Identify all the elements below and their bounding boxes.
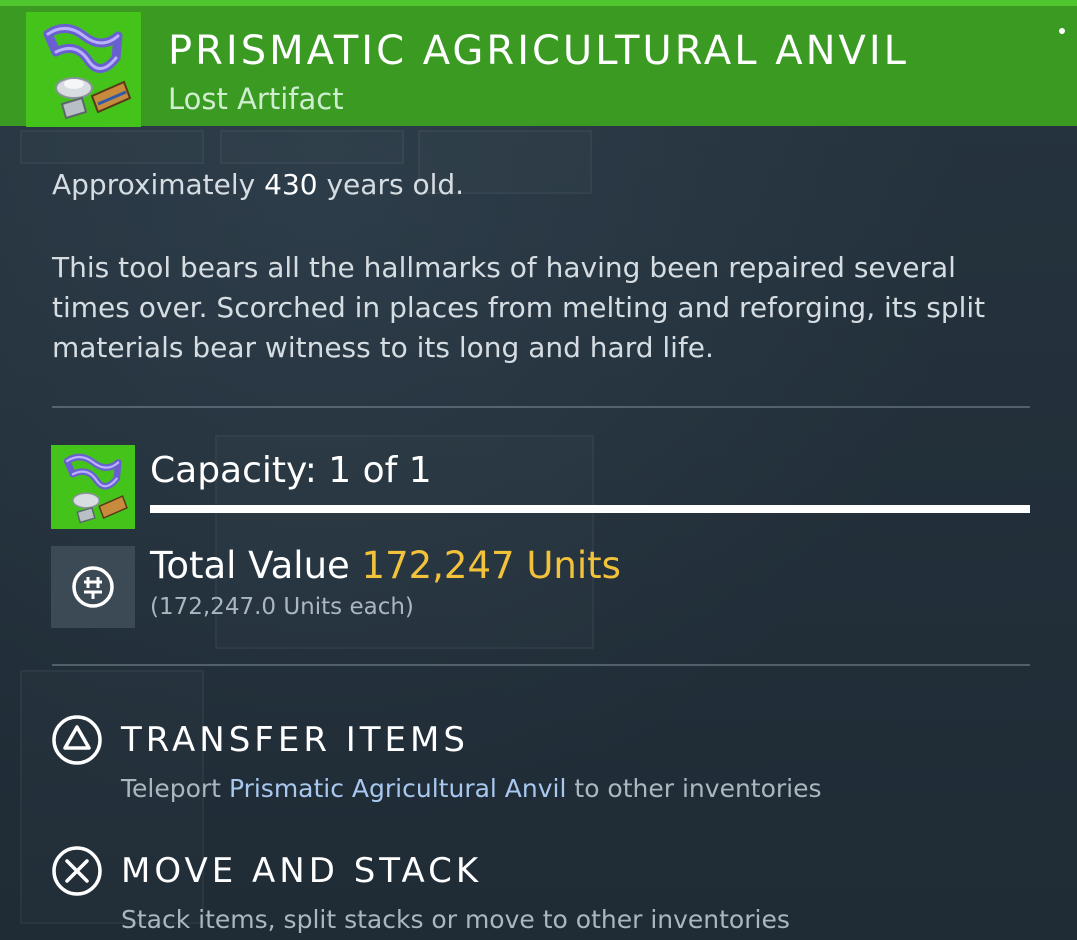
corner-indicator-dot [1059,28,1065,34]
age-value: 430 [264,168,318,201]
age-prefix: Approximately [52,168,256,201]
background-slot [220,130,404,164]
triangle-button-icon [51,714,103,766]
prismatic-anvil-artifact-icon [26,12,141,127]
age-suffix: years old. [326,168,465,201]
section-divider [52,664,1030,666]
unit-value-each: (172,247.0 Units each) [150,594,414,620]
item-tooltip-panel: PRISMATIC AGRICULTURAL ANVIL Lost Artifa… [0,0,1077,940]
item-lore: This tool bears all the hallmarks of hav… [52,251,986,364]
total-value: Total Value 172,247 Units [150,544,621,587]
move-and-stack-description: Stack items, split stacks or move to oth… [121,905,790,934]
capacity-label: Capacity: 1 of 1 [150,450,432,491]
transfer-items-description: Teleport Prismatic Agricultural Anvil to… [121,774,822,803]
item-age: Approximately 430 years old. [52,168,464,201]
transfer-desc-prefix: Teleport [121,774,221,803]
background-slot [20,130,204,164]
capacity-bar-fill [150,505,1030,513]
cross-button-icon [51,845,103,897]
transfer-items-title: TRANSFER ITEMS [121,720,469,760]
total-value-amount: 172,247 Units [361,544,621,587]
section-divider [52,406,1030,408]
item-category: Lost Artifact [168,82,344,116]
total-value-label: Total Value [150,544,350,587]
move-and-stack-action[interactable]: MOVE AND STACK Stack items, split stacks… [51,845,1051,940]
transfer-items-action[interactable]: TRANSFER ITEMS Teleport Prismatic Agricu… [51,714,1051,814]
transfer-desc-item-name: Prismatic Agricultural Anvil [228,774,567,803]
move-and-stack-title: MOVE AND STACK [121,851,483,891]
item-title: PRISMATIC AGRICULTURAL ANVIL [168,28,909,74]
prismatic-anvil-small-icon [51,445,135,529]
capacity-bar [150,505,1030,513]
units-currency-icon [51,546,135,628]
transfer-desc-suffix: to other inventories [574,774,822,803]
item-header: PRISMATIC AGRICULTURAL ANVIL Lost Artifa… [0,0,1077,127]
